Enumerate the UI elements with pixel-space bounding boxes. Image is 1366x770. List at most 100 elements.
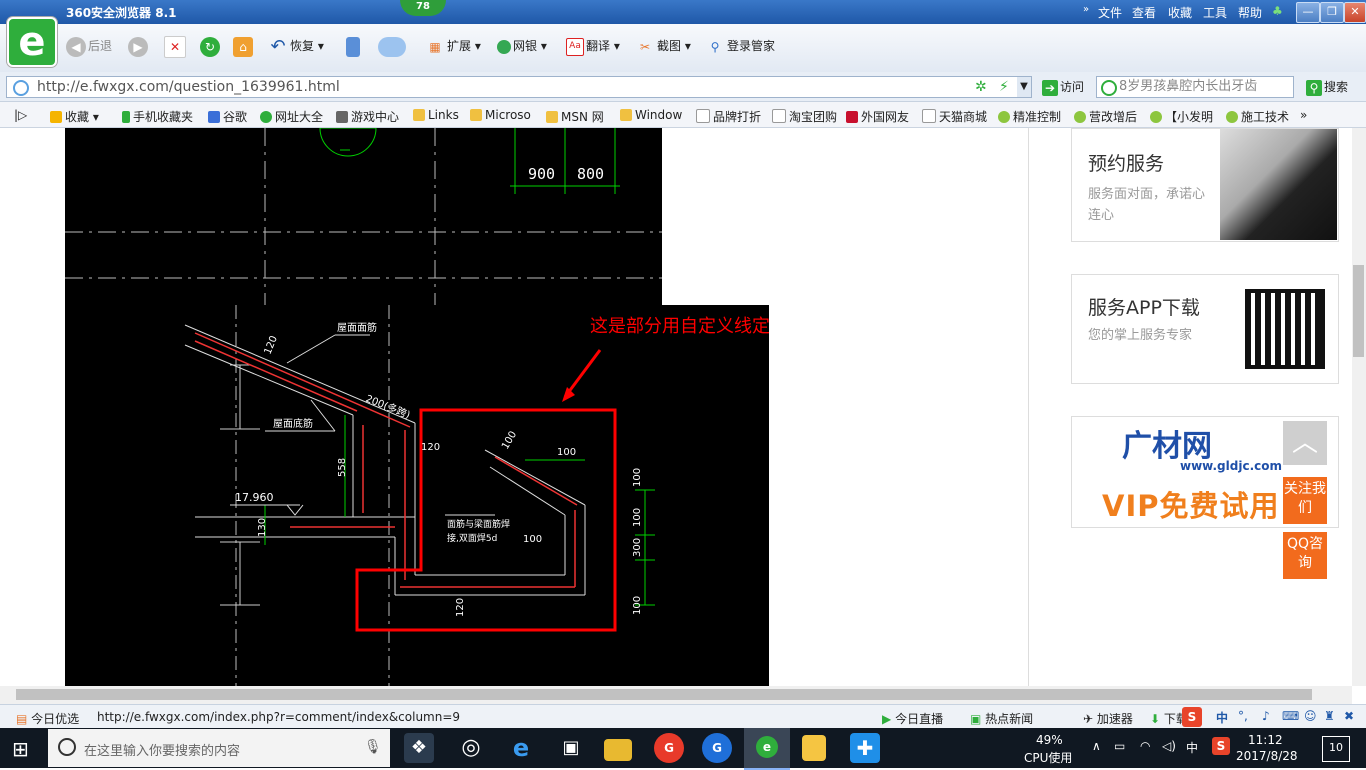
bookmark-hao[interactable]: 网址大全 <box>260 108 323 125</box>
windows-start-icon[interactable]: ⊞ <box>12 738 34 760</box>
bookmark-foreign[interactable]: 外国网友 <box>846 108 909 125</box>
compat-icon[interactable]: ✲ <box>975 79 987 95</box>
handshake-image <box>1220 129 1337 240</box>
stop-button[interactable]: ✕ <box>164 35 188 58</box>
shield-icon <box>497 39 511 54</box>
bookmark-tmall[interactable]: 天猫商城 <box>922 108 987 125</box>
clock-time[interactable]: 11:12 <box>1248 733 1283 747</box>
qq-consult-button[interactable]: QQ咨询 <box>1283 532 1327 579</box>
address-bar[interactable]: http://e.fwxgx.com/question_1639961.html… <box>6 76 1032 98</box>
screenshot-button[interactable]: ✂ 截图 ▾ <box>635 35 691 57</box>
task-view-icon[interactable]: ❖ <box>404 733 434 763</box>
ad-url: www.gldjc.com <box>1180 459 1282 473</box>
store-icon[interactable]: ▣ <box>556 733 586 763</box>
app-download-card[interactable]: 服务APP下载 您的掌上服务专家 <box>1071 274 1339 384</box>
label-120: 120 <box>455 598 466 617</box>
notification-center-icon[interactable]: 10 <box>1322 736 1350 762</box>
edge-icon[interactable]: e <box>506 733 536 763</box>
clock-date[interactable]: 2017/8/28 <box>1236 749 1298 763</box>
accelerator[interactable]: ✈ 加速器 <box>1083 710 1133 727</box>
shirt-icon[interactable]: ♣ <box>1272 4 1283 18</box>
active-browser-task[interactable]: e <box>744 728 790 770</box>
search-button[interactable]: ⚲ 搜索 <box>1306 76 1348 98</box>
back-to-top-button[interactable]: ︿ <box>1283 421 1327 465</box>
bookmark-brand-sale[interactable]: 品牌打折 <box>696 108 761 125</box>
bookmark-msn[interactable]: MSN 网 <box>546 108 604 125</box>
page-icon <box>696 109 710 123</box>
translate-button[interactable]: Aa 翻译 ▾ <box>566 35 620 57</box>
dropdown-arrow-icon[interactable]: ▼ <box>1017 77 1031 97</box>
chat-icon <box>1150 111 1162 123</box>
flag-icon <box>846 111 858 123</box>
today-pick[interactable]: ▤ 今日优选 <box>16 710 79 727</box>
bookmark-construction[interactable]: 施工技术 <box>1226 108 1289 125</box>
glodon-g-icon[interactable]: G <box>702 733 732 763</box>
bank-button[interactable]: 网银 ▾ <box>497 35 547 57</box>
vertical-scrollbar[interactable] <box>1352 128 1366 686</box>
forward-button[interactable]: ▶ <box>128 35 150 57</box>
sogou-tray-icon[interactable]: S <box>1212 737 1230 755</box>
refresh-button[interactable]: ↻ <box>200 35 222 57</box>
minimize-button[interactable]: — <box>1296 2 1320 23</box>
hot-news[interactable]: ▣ 热点新闻 <box>970 710 1033 727</box>
search-input[interactable]: 8岁男孩鼻腔内长出牙齿 <box>1096 76 1294 98</box>
home-button[interactable]: ⌂ <box>233 35 255 57</box>
bookmark-taobao[interactable]: 淘宝团购 <box>772 108 837 125</box>
today-live[interactable]: ▶ 今日直播 <box>882 710 943 727</box>
bookmark-invention[interactable]: 【小发明 <box>1150 108 1213 125</box>
battery-icon[interactable]: ▭ <box>1114 739 1125 753</box>
glodon-app-icon[interactable]: G <box>654 733 684 763</box>
bookmark-google[interactable]: 谷歌 <box>208 108 247 125</box>
qr-code-icon[interactable] <box>1245 289 1325 369</box>
undo-icon: ↶ <box>270 35 286 57</box>
label-note: 接,双面焊5d <box>447 532 497 544</box>
folder-icon <box>413 109 425 121</box>
bookmark-links[interactable]: Links <box>413 108 459 122</box>
bookmark-microsoft[interactable]: Microso <box>470 108 531 122</box>
tray-chevron-icon[interactable]: ∧ <box>1092 739 1101 753</box>
menu-tools[interactable]: 工具 <box>1203 4 1227 21</box>
double-chevron-icon[interactable]: » <box>1083 4 1089 15</box>
ime-toolbar[interactable]: S 中 °, ♪ ⌨ ☺ ♜ ✖ <box>1182 705 1366 729</box>
sidebar-toggle-icon[interactable]: |▷ <box>14 108 27 122</box>
bookmark-vat[interactable]: 营改增后 <box>1074 108 1137 125</box>
plus-app-icon[interactable]: ✚ <box>850 733 880 763</box>
visit-button[interactable]: ➔ 访问 <box>1042 76 1084 98</box>
notepad-icon[interactable] <box>802 735 826 761</box>
bookmark-favorites[interactable]: 收藏 ▾ <box>50 108 99 125</box>
label-120: 120 <box>421 442 440 453</box>
login-manager-button[interactable]: ⚲ 登录管家 <box>705 35 775 57</box>
bookmark-precise[interactable]: 精准控制 <box>998 108 1061 125</box>
bookmark-windows[interactable]: Window <box>620 108 682 122</box>
sogou-icon: S <box>1182 707 1202 727</box>
browser-logo-icon[interactable]: e <box>7 17 57 67</box>
file-explorer-icon[interactable] <box>604 739 632 761</box>
horizontal-scroll-thumb[interactable] <box>16 689 1312 700</box>
vertical-scroll-thumb[interactable] <box>1353 265 1364 357</box>
menu-favorites[interactable]: 收藏 <box>1168 4 1192 21</box>
bookmark-games[interactable]: 游戏中心 <box>336 108 399 125</box>
follow-us-button[interactable]: 关注我们 <box>1283 477 1327 524</box>
card-title: 预约服务 <box>1088 153 1165 175</box>
maximize-button[interactable]: ❐ <box>1320 2 1344 23</box>
cad-drawing-top: 900 800 <box>65 128 662 305</box>
wifi-icon[interactable]: ◠ <box>1140 739 1150 753</box>
cloud-button[interactable] <box>378 35 408 57</box>
taskbar-search-input[interactable]: 在这里输入你要搜索的内容 🎙 <box>48 729 390 767</box>
browser-360-icon[interactable]: ◎ <box>456 733 486 763</box>
bookmark-mobile[interactable]: 手机收藏夹 <box>122 108 193 125</box>
volume-icon[interactable]: ◁) <box>1162 739 1176 753</box>
restore-button[interactable]: ↶ 恢复 ▾ <box>268 35 323 57</box>
mic-icon[interactable]: 🎙 <box>364 739 382 755</box>
close-button[interactable]: ✕ <box>1344 2 1366 23</box>
back-button[interactable]: ◀ 后退 <box>66 35 112 57</box>
more-bookmarks-icon[interactable]: » <box>1300 108 1307 122</box>
speed-icon[interactable]: ⚡ <box>999 79 1009 95</box>
menu-file[interactable]: 文件 <box>1098 4 1122 21</box>
appointment-card[interactable]: 预约服务 服务面对面，承诺心连心 <box>1071 128 1339 242</box>
menu-view[interactable]: 查看 <box>1132 4 1156 21</box>
ime-indicator[interactable]: 中 <box>1186 739 1198 756</box>
menu-help[interactable]: 帮助 <box>1238 4 1262 21</box>
extend-button[interactable]: ▦ 扩展 ▾ <box>425 35 481 57</box>
mobile-button[interactable] <box>346 35 362 57</box>
